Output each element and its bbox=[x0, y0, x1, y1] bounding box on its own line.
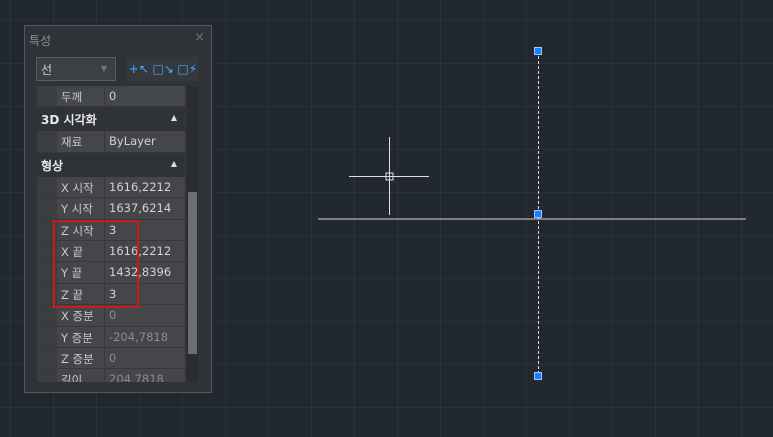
grip-mid[interactable] bbox=[534, 210, 542, 218]
grip-end[interactable] bbox=[534, 372, 542, 380]
crosshair-cursor bbox=[349, 137, 429, 215]
grip-start[interactable] bbox=[534, 47, 542, 55]
drawing-canvas[interactable] bbox=[0, 0, 773, 437]
